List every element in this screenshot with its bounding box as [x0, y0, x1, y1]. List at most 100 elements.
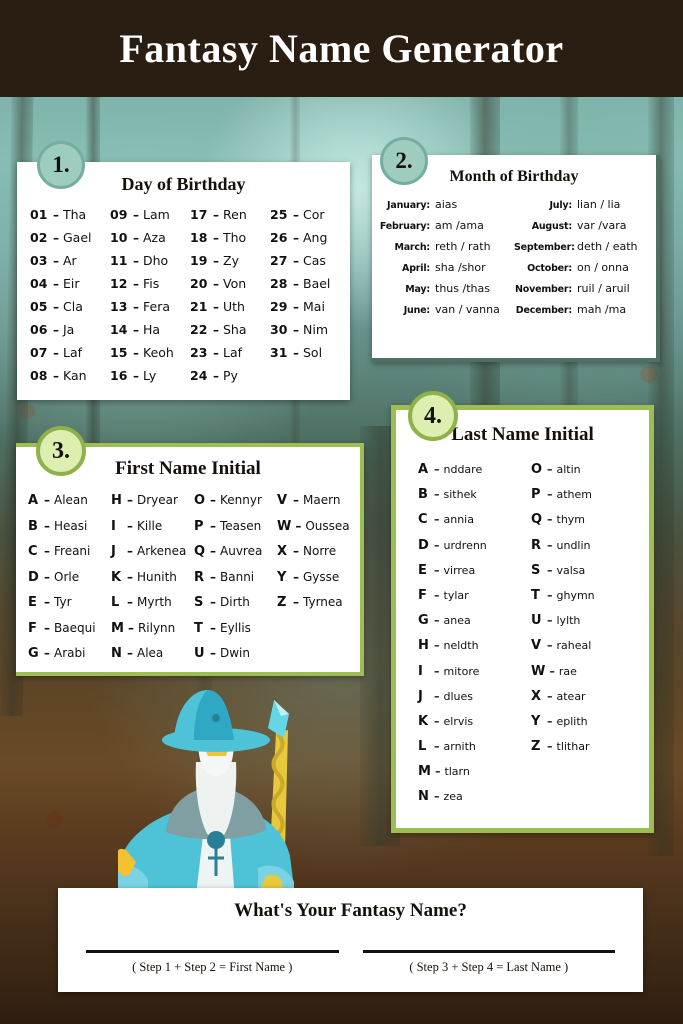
dash: –	[293, 595, 299, 609]
day-value: Ar	[63, 253, 77, 268]
initial-key: W	[277, 518, 292, 534]
dash: –	[127, 493, 133, 507]
dash: –	[210, 518, 216, 533]
day-key: 20	[190, 276, 208, 291]
first-name-entry: Y – Gysse	[277, 570, 360, 596]
dash: –	[53, 323, 59, 337]
step-badge-2: 2.	[380, 137, 428, 185]
dash: –	[213, 254, 219, 268]
write-line-first-name[interactable]	[86, 950, 339, 953]
day-entry: 08– Kan	[30, 368, 110, 391]
dash: –	[547, 714, 553, 728]
day-column-4: 25– Cor 26– Ang 27– Cas 28– Bael 29– Mai 30– N…	[270, 207, 350, 391]
first-name-entry: D – Orle	[28, 570, 111, 596]
day-key: 26	[270, 230, 288, 245]
initial-value: altin	[556, 463, 581, 476]
month-entry: April: sha /shor	[372, 261, 514, 282]
initial-key: X	[277, 544, 288, 559]
blank-last-name[interactable]: ( Step 3 + Step 4 = Last Name )	[351, 950, 628, 975]
initial-value: rae	[558, 664, 577, 678]
first-name-entry: P – Teasen	[194, 519, 277, 545]
initial-key: I	[111, 518, 116, 534]
day-entry: 30– Nim	[270, 322, 350, 345]
dash: –	[133, 369, 139, 383]
card-day-of-birthday: Day of Birthday 01– Tha 02– Gael 03– Ar 04–…	[17, 162, 350, 400]
month-value: am /ama	[435, 219, 484, 232]
initial-value: Tyr	[54, 595, 72, 609]
first-name-entry: Z – Tyrnea	[277, 595, 360, 621]
initial-key: D	[418, 537, 429, 553]
initial-value: neldth	[443, 639, 479, 653]
month-value: sha /shor	[435, 261, 486, 274]
day-key: 09	[110, 207, 128, 222]
first-name-column-1: A – Alean B – Heasi C – Freani D – Orle E – Tyr F –…	[28, 493, 111, 672]
day-key: 29	[270, 299, 288, 314]
day-key: 15	[110, 345, 128, 360]
day-column-3: 17– Ren 18– Tho 19– Zy 20– Von 21– Uth 22– Sha…	[190, 207, 270, 391]
day-entry: 11– Dho	[110, 253, 190, 276]
initial-key: W	[531, 663, 546, 679]
dash: –	[293, 231, 299, 245]
initial-value: Dwin	[220, 646, 250, 660]
day-entry: 25– Cor	[270, 207, 350, 230]
last-name-entry: Y – eplith	[531, 714, 644, 739]
day-value: Cla	[63, 299, 83, 314]
dash: –	[53, 346, 59, 360]
first-name-entry: K – Hunith	[111, 570, 194, 596]
initial-key: S	[531, 562, 541, 578]
first-name-column-2: H – Dryear I – Kille J – Arkenea K – Hunith L – My…	[111, 493, 194, 672]
month-column-2: July: lian / lia August: var /vara Septemb…	[514, 198, 656, 324]
initial-value: Dryear	[137, 493, 178, 507]
first-name-column-3: O – Kennyr P – Teasen Q – Auvrea R – Banni S – Dir…	[194, 493, 277, 672]
day-value: Ly	[143, 368, 157, 383]
month-entry: September: deth / eath	[514, 240, 656, 261]
first-name-entry: S – Dirth	[194, 595, 277, 621]
day-entry: 22– Sha	[190, 322, 270, 345]
dash: –	[44, 518, 50, 533]
day-value: Zy	[223, 253, 239, 268]
initial-value: Kennyr	[220, 493, 262, 507]
initial-key: P	[531, 487, 541, 503]
day-value: Tha	[63, 207, 87, 222]
last-name-entries: A – nddare B – sithek C – annia D – urdrenn E – vi…	[396, 462, 649, 815]
day-entry: 18– Tho	[190, 230, 270, 253]
first-name-entry: L – Myrth	[111, 595, 194, 621]
last-name-entry: K – elrvis	[418, 714, 531, 739]
dash: –	[547, 740, 553, 754]
day-key: 23	[190, 345, 208, 360]
initial-key: D	[28, 569, 39, 585]
day-entry: 04– Eir	[30, 276, 110, 299]
dash: –	[44, 569, 50, 584]
month-value: thus /thas	[435, 282, 490, 295]
initial-key: M	[111, 620, 124, 636]
day-value: Cor	[303, 207, 325, 222]
day-key: 06	[30, 322, 48, 337]
dash: –	[293, 277, 299, 291]
last-name-entry: A – nddare	[418, 462, 531, 487]
initial-value: arnith	[443, 740, 476, 754]
first-name-column-4: V – Maern W – Oussea X – Norre Y – Gysse Z – Tyrne…	[277, 493, 360, 672]
day-value: Ha	[143, 322, 161, 337]
initial-value: Dirth	[220, 595, 250, 609]
initial-key: C	[418, 512, 428, 528]
dash: –	[213, 231, 219, 245]
day-key: 17	[190, 207, 208, 222]
day-entry: 19– Zy	[190, 253, 270, 276]
dash: –	[44, 646, 50, 660]
day-key: 27	[270, 253, 288, 268]
initial-key: U	[531, 613, 542, 629]
card-answer: What's Your Fantasy Name? ( Step 1 + Ste…	[58, 888, 643, 992]
day-value: Uth	[223, 299, 245, 314]
initial-key: I	[418, 663, 423, 679]
first-name-entry: J – Arkenea	[111, 544, 194, 570]
dash: –	[53, 254, 59, 268]
dash: –	[293, 208, 299, 222]
day-value: Lam	[143, 207, 170, 222]
dash: –	[213, 346, 219, 360]
initial-value: Oussea	[305, 518, 350, 533]
month-entry: June: van / vanna	[372, 303, 514, 324]
write-line-last-name[interactable]	[362, 950, 615, 953]
initial-key: H	[418, 638, 429, 654]
day-key: 30	[270, 322, 288, 337]
blank-first-name[interactable]: ( Step 1 + Step 2 = First Name )	[74, 950, 351, 975]
